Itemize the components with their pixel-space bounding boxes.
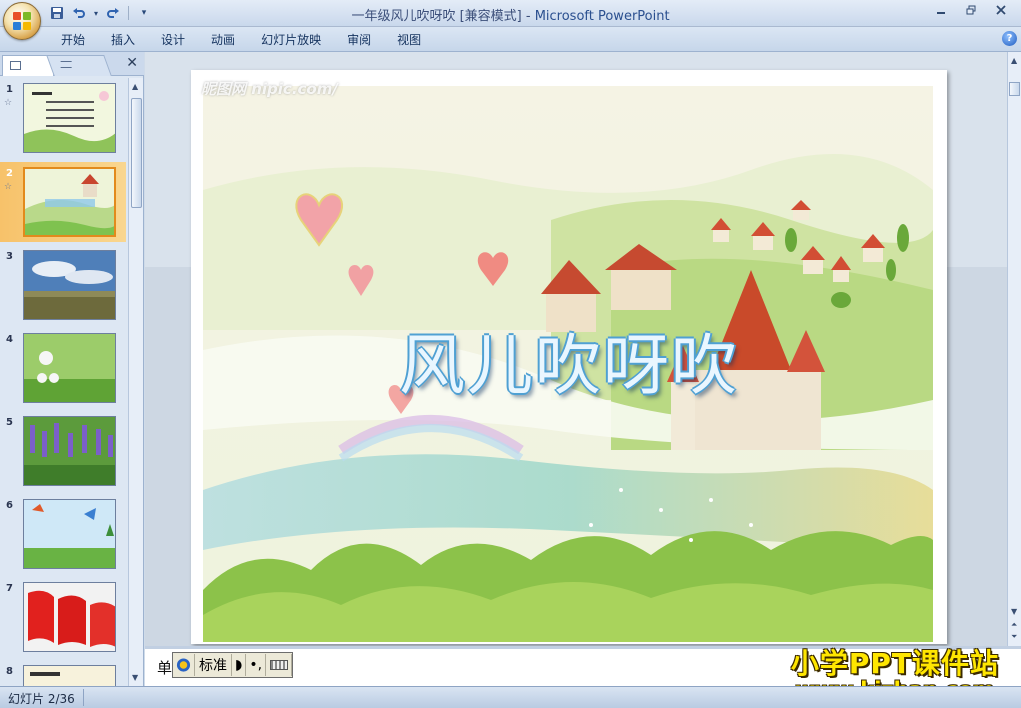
slide-number: 7: [6, 583, 13, 594]
notes-text: 单: [157, 659, 173, 677]
slide-preview: [23, 83, 116, 153]
slide-thumb-2[interactable]: 2 ☆: [0, 162, 126, 242]
save-icon[interactable]: [48, 4, 66, 22]
scroll-thumb[interactable]: [131, 98, 142, 208]
close-pane-icon[interactable]: ✕: [126, 55, 138, 71]
status-bar: 幻灯片 2/36: [0, 686, 1021, 708]
watermark: 昵图网 nipic.com/: [201, 80, 338, 98]
ime-logo-icon[interactable]: [173, 654, 195, 676]
restore-icon[interactable]: [963, 3, 979, 17]
tab-home[interactable]: 开始: [48, 32, 98, 48]
slide-thumb-7[interactable]: 7: [0, 577, 126, 657]
slide-number: 2: [6, 168, 13, 179]
slides-pane: ✕ 1 ☆ 2 ☆ 3 4 5 6 7 8 ▲ ▼: [0, 52, 144, 686]
slide-preview: [23, 250, 116, 320]
slide-preview: [23, 582, 116, 652]
slide-preview: [23, 167, 116, 237]
window-controls: [933, 3, 1009, 17]
office-button[interactable]: [3, 2, 41, 40]
slide-thumb-1[interactable]: 1 ☆: [0, 78, 126, 158]
animation-star-icon: ☆: [4, 98, 13, 108]
status-separator: [83, 689, 84, 706]
tab-review[interactable]: 审阅: [334, 32, 384, 48]
slides-pane-tabs: ✕: [0, 52, 144, 76]
customize-qat-icon[interactable]: ▾: [135, 4, 153, 22]
undo-dropdown-icon[interactable]: ▾: [92, 4, 100, 22]
slide-thumb-3[interactable]: 3: [0, 245, 126, 325]
slide-preview: [23, 416, 116, 486]
scroll-up-icon[interactable]: ▲: [1011, 56, 1017, 65]
slide-editor: 昵图网 nipic.com/ 风儿吹呀吹: [145, 52, 1007, 646]
scroll-up-icon[interactable]: ▲: [132, 82, 138, 91]
tab-slideshow[interactable]: 幻灯片放映: [248, 32, 334, 48]
animation-star-icon: ☆: [4, 182, 13, 192]
slide-number: 5: [6, 417, 13, 428]
slides-tab-icon: [10, 61, 21, 70]
office-logo-icon: [13, 12, 31, 30]
slide-thumbnails: 1 ☆ 2 ☆ 3 4 5 6 7 8: [0, 78, 126, 686]
ime-fullwidth-icon[interactable]: ◗: [232, 654, 247, 676]
scroll-thumb[interactable]: [1009, 82, 1020, 96]
slide-number: 8: [6, 666, 13, 677]
qat-separator: [128, 6, 129, 20]
quick-access-toolbar: ▾ ▾: [48, 4, 153, 22]
tab-insert[interactable]: 插入: [98, 32, 148, 48]
tab-design[interactable]: 设计: [148, 32, 198, 48]
title-bar: ▾ ▾ 一年级风儿吹呀吹 [兼容模式] - Microsoft PowerPoi…: [0, 0, 1021, 27]
slide-number: 1: [6, 84, 13, 95]
slide-counter: 幻灯片 2/36: [8, 692, 75, 706]
help-icon[interactable]: ?: [1002, 31, 1017, 46]
tab-slides[interactable]: [2, 55, 54, 76]
redo-icon[interactable]: [104, 4, 122, 22]
app-name: Microsoft PowerPoint: [534, 9, 670, 24]
undo-icon[interactable]: [70, 4, 88, 22]
document-title: 一年级风儿吹呀吹 [兼容模式]: [351, 9, 522, 24]
tab-animations[interactable]: 动画: [198, 32, 248, 48]
slide-preview: [23, 499, 116, 569]
slide-thumb-6[interactable]: 6: [0, 494, 126, 574]
next-slide-icon[interactable]: ⏷: [1011, 632, 1017, 642]
branding-title: 小学PPT课件站: [790, 647, 999, 680]
thumbnails-scrollbar[interactable]: ▲ ▼: [128, 78, 143, 686]
outline-tab-icon: [60, 61, 72, 68]
ime-mode-button[interactable]: 标准: [195, 654, 232, 676]
slide-title[interactable]: 风儿吹呀吹: [191, 312, 947, 408]
scroll-down-icon[interactable]: ▼: [1011, 607, 1017, 616]
tab-outline[interactable]: [46, 55, 112, 76]
slide-number: 3: [6, 251, 13, 262]
ime-keyboard-icon[interactable]: [266, 654, 293, 676]
slide-preview: [23, 333, 116, 403]
close-window-icon[interactable]: [993, 3, 1009, 17]
current-slide[interactable]: 昵图网 nipic.com/ 风儿吹呀吹: [191, 70, 947, 644]
tab-view[interactable]: 视图: [384, 32, 434, 48]
slide-number: 4: [6, 334, 13, 345]
minimize-icon[interactable]: [933, 3, 949, 17]
previous-slide-icon[interactable]: ⏶: [1011, 620, 1017, 630]
slide-thumb-4[interactable]: 4: [0, 328, 126, 408]
title-separator: -: [521, 9, 535, 24]
window-title: 一年级风儿吹呀吹 [兼容模式] - Microsoft PowerPoint: [0, 5, 1021, 24]
slide-preview: [23, 665, 116, 686]
ribbon-tabs: 开始 插入 设计 动画 幻灯片放映 审阅 视图: [48, 32, 434, 48]
ime-punctuation-icon[interactable]: •,: [246, 654, 267, 676]
scroll-down-icon[interactable]: ▼: [132, 673, 138, 682]
slide-thumb-8[interactable]: 8: [0, 660, 126, 686]
ribbon: 开始 插入 设计 动画 幻灯片放映 审阅 视图 ?: [0, 27, 1021, 52]
slide-scrollbar[interactable]: ▲ ▼ ⏶ ⏷: [1007, 52, 1021, 646]
ime-toolbar: 标准 ◗ •,: [172, 652, 294, 678]
slide-number: 6: [6, 500, 13, 511]
slide-thumb-5[interactable]: 5: [0, 411, 126, 491]
